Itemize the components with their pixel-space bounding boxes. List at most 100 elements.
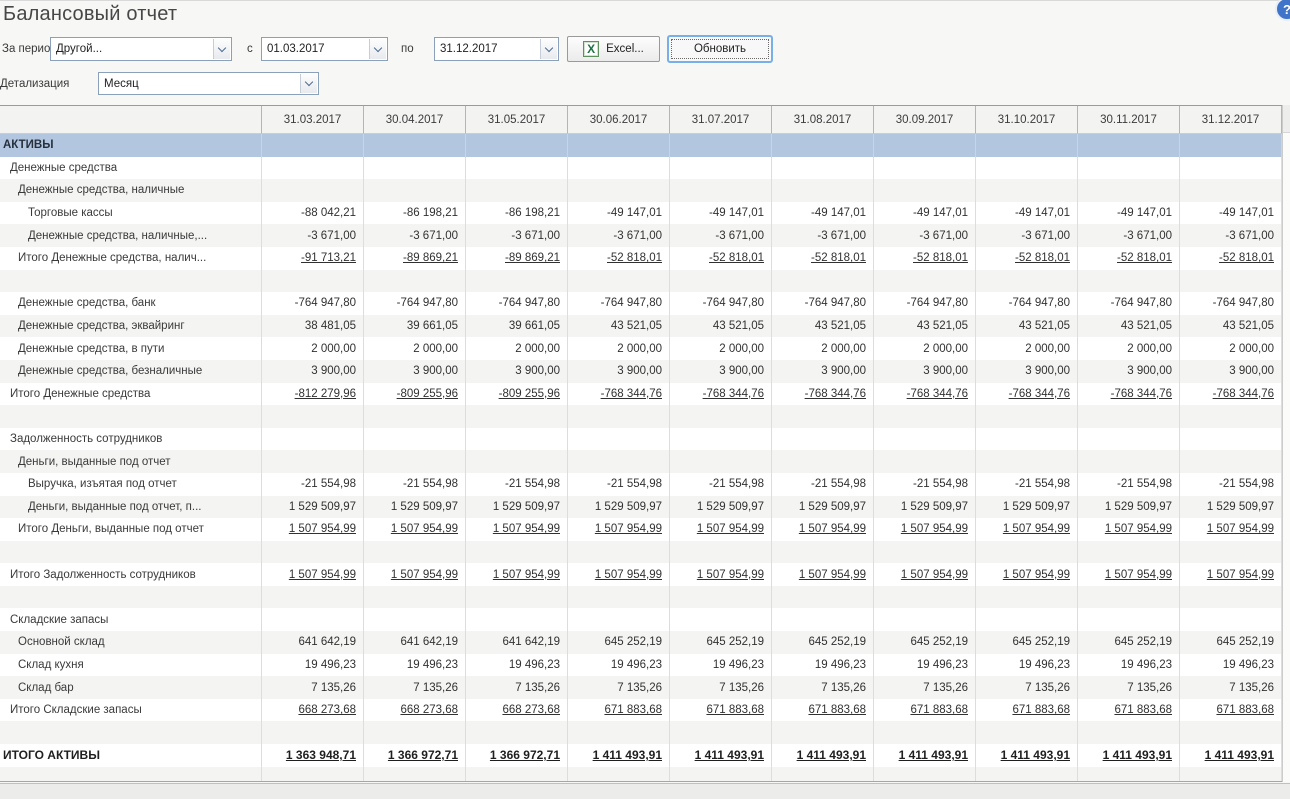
table-cell[interactable]: 1 529 509,97 — [1078, 496, 1180, 519]
table-cell[interactable]: -86 198,21 — [364, 202, 466, 225]
table-cell[interactable]: -49 147,01 — [568, 202, 670, 225]
row-label[interactable]: Торговые кассы — [0, 202, 262, 225]
table-cell[interactable]: 19 496,23 — [262, 654, 364, 677]
table-cell[interactable]: -21 554,98 — [568, 473, 670, 496]
detail-combobox[interactable]: Месяц — [98, 72, 319, 95]
table-cell[interactable]: 645 252,19 — [1078, 631, 1180, 654]
table-cell[interactable]: -52 818,01 — [772, 247, 874, 270]
table-cell[interactable]: 1 411 493,91 — [1078, 744, 1180, 767]
column-header[interactable]: 31.10.2017 — [976, 106, 1078, 134]
table-cell[interactable]: -764 947,80 — [670, 292, 772, 315]
column-header[interactable]: 31.07.2017 — [670, 106, 772, 134]
group-row[interactable]: Деньги, выданные под отчет — [0, 450, 1282, 473]
table-cell[interactable]: -89 869,21 — [364, 247, 466, 270]
table-cell[interactable]: 7 135,26 — [262, 676, 364, 699]
table-cell[interactable]: -809 255,96 — [364, 383, 466, 406]
group-row[interactable]: Задолженность сотрудников — [0, 428, 1282, 451]
table-cell[interactable]: 19 496,23 — [466, 654, 568, 677]
table-cell[interactable]: 39 661,05 — [364, 315, 466, 338]
table-cell[interactable]: 3 900,00 — [874, 360, 976, 383]
table-cell[interactable]: 671 883,68 — [976, 699, 1078, 722]
table-cell[interactable]: -768 344,76 — [670, 383, 772, 406]
table-cell[interactable]: -21 554,98 — [364, 473, 466, 496]
table-cell[interactable]: 1 507 954,99 — [1180, 518, 1282, 541]
table-cell[interactable]: 2 000,00 — [874, 337, 976, 360]
table-cell[interactable]: 641 642,19 — [466, 631, 568, 654]
row-label[interactable]: Итого Деньги, выданные под отчет — [0, 518, 262, 541]
row-label[interactable]: Склад бар — [0, 676, 262, 699]
column-header[interactable]: 30.11.2017 — [1078, 106, 1180, 134]
table-cell[interactable]: 1 507 954,99 — [1078, 518, 1180, 541]
table-cell[interactable]: 1 529 509,97 — [976, 496, 1078, 519]
table-cell[interactable]: 1 507 954,99 — [976, 518, 1078, 541]
row-label[interactable]: Денежные средства, безналичные — [0, 360, 262, 383]
table-cell[interactable]: 1 411 493,91 — [670, 744, 772, 767]
table-cell[interactable]: 19 496,23 — [772, 654, 874, 677]
table-cell[interactable]: 2 000,00 — [568, 337, 670, 360]
table-cell[interactable]: -52 818,01 — [1180, 247, 1282, 270]
table-cell[interactable]: 2 000,00 — [466, 337, 568, 360]
table-cell[interactable]: 1 507 954,99 — [976, 563, 1078, 586]
table-cell[interactable]: 1 529 509,97 — [466, 496, 568, 519]
table-cell[interactable]: 671 883,68 — [670, 699, 772, 722]
table-cell[interactable]: -52 818,01 — [1078, 247, 1180, 270]
data-row[interactable]: Основной склад641 642,19641 642,19641 64… — [0, 631, 1282, 654]
group-row[interactable]: Денежные средства — [0, 157, 1282, 180]
date-from-combobox[interactable]: 01.03.2017 — [261, 37, 388, 61]
table-cell[interactable]: 7 135,26 — [1180, 676, 1282, 699]
table-cell[interactable]: -21 554,98 — [1078, 473, 1180, 496]
table-cell[interactable]: -764 947,80 — [364, 292, 466, 315]
table-cell[interactable]: 1 507 954,99 — [568, 563, 670, 586]
total-row[interactable]: Итого Задолженность сотрудников 1 507 954… — [0, 563, 1282, 586]
table-cell[interactable]: 3 900,00 — [262, 360, 364, 383]
table-cell[interactable]: 1 507 954,99 — [670, 518, 772, 541]
table-cell[interactable]: -809 255,96 — [466, 383, 568, 406]
table-cell[interactable]: 19 496,23 — [568, 654, 670, 677]
table-cell[interactable]: -49 147,01 — [874, 202, 976, 225]
row-label[interactable]: Итого Задолженность сотрудников — [0, 563, 262, 586]
data-row[interactable]: Денежные средства, безналичные3 900,003 … — [0, 360, 1282, 383]
table-cell[interactable]: -86 198,21 — [466, 202, 568, 225]
table-cell[interactable]: 1 507 954,99 — [466, 563, 568, 586]
table-cell[interactable]: -3 671,00 — [1180, 224, 1282, 247]
table-cell[interactable]: -49 147,01 — [670, 202, 772, 225]
table-cell[interactable]: -21 554,98 — [874, 473, 976, 496]
table-cell[interactable]: 1 507 954,99 — [1180, 563, 1282, 586]
table-cell[interactable]: 43 521,05 — [670, 315, 772, 338]
data-row[interactable]: Торговые кассы-88 042,21-86 198,21-86 19… — [0, 202, 1282, 225]
table-cell[interactable]: 671 883,68 — [1180, 699, 1282, 722]
table-cell[interactable]: 1 529 509,97 — [568, 496, 670, 519]
table-cell[interactable]: 1 529 509,97 — [262, 496, 364, 519]
data-row[interactable]: Выручка, изъятая под отчет -21 554,98 -21 … — [0, 473, 1282, 496]
table-cell[interactable]: 645 252,19 — [976, 631, 1078, 654]
row-label[interactable]: Деньги, выданные под отчет — [0, 450, 262, 473]
table-cell[interactable]: 2 000,00 — [772, 337, 874, 360]
excel-export-button[interactable]: X Excel... — [567, 36, 660, 62]
row-label[interactable]: Денежные средства, эквайринг — [0, 315, 262, 338]
row-label[interactable]: Выручка, изъятая под отчет — [0, 473, 262, 496]
table-cell[interactable]: 39 661,05 — [466, 315, 568, 338]
table-cell[interactable]: 1 411 493,91 — [568, 744, 670, 767]
table-cell[interactable]: 1 411 493,91 — [772, 744, 874, 767]
table-cell[interactable]: 3 900,00 — [466, 360, 568, 383]
table-cell[interactable]: 19 496,23 — [874, 654, 976, 677]
table-cell[interactable]: 19 496,23 — [976, 654, 1078, 677]
table-cell[interactable]: 645 252,19 — [874, 631, 976, 654]
table-cell[interactable]: 19 496,23 — [364, 654, 466, 677]
table-cell[interactable]: -3 671,00 — [976, 224, 1078, 247]
table-cell[interactable]: 7 135,26 — [874, 676, 976, 699]
row-label[interactable]: Денежные средства — [0, 157, 262, 180]
table-cell[interactable]: 43 521,05 — [976, 315, 1078, 338]
table-cell[interactable]: 1 507 954,99 — [364, 563, 466, 586]
chevron-down-icon[interactable] — [300, 74, 317, 93]
table-cell[interactable]: -768 344,76 — [568, 383, 670, 406]
table-cell[interactable]: 1 507 954,99 — [874, 518, 976, 541]
table-cell[interactable]: 3 900,00 — [976, 360, 1078, 383]
grand-row[interactable]: ИТОГО АКТИВЫ1 363 948,711 366 972,711 36… — [0, 744, 1282, 767]
period-combobox[interactable]: Другой... — [50, 37, 232, 61]
table-cell[interactable]: 1 363 948,71 — [262, 744, 364, 767]
row-label[interactable]: Склад кухня — [0, 654, 262, 677]
chevron-down-icon[interactable] — [540, 39, 557, 59]
table-cell[interactable]: 645 252,19 — [1180, 631, 1282, 654]
table-cell[interactable]: 2 000,00 — [1078, 337, 1180, 360]
